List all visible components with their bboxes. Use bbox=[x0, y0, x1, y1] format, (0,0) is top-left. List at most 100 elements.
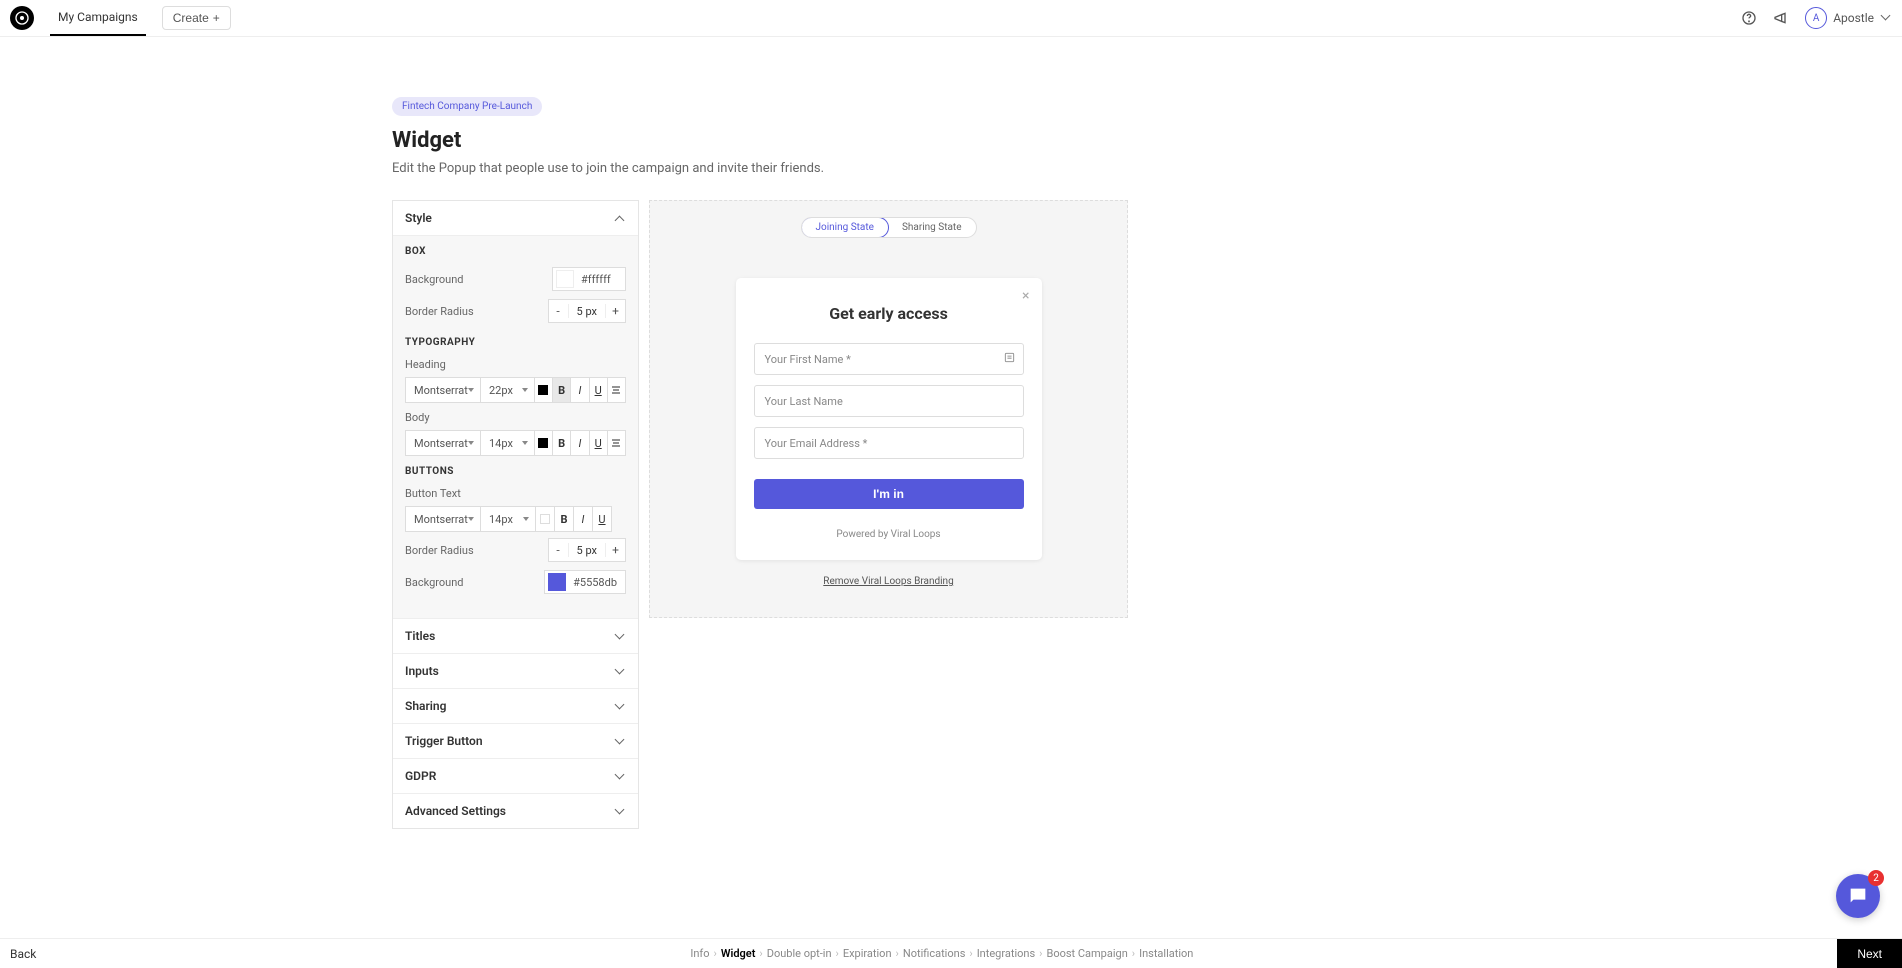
body-size-select[interactable]: 14px bbox=[480, 430, 535, 456]
user-name: Apostle bbox=[1833, 11, 1874, 25]
buttons-section-label: BUTTONS bbox=[405, 466, 626, 477]
page-title: Widget bbox=[392, 128, 1128, 153]
chevron-up-icon bbox=[616, 213, 626, 223]
typo-section-label: TYPOGRAPHY bbox=[405, 337, 626, 348]
preview-container: Joining State Sharing State × Get early … bbox=[649, 200, 1128, 618]
body-font-select[interactable]: Montserrat bbox=[405, 430, 481, 456]
bottom-bar: Back Info› Widget› Double opt-in› Expira… bbox=[0, 938, 1902, 968]
button-bold-button[interactable]: B bbox=[554, 506, 574, 532]
accordion-titles[interactable]: Titles bbox=[393, 619, 638, 654]
chevron-down-icon bbox=[616, 736, 626, 746]
crumb-boost[interactable]: Boost Campaign bbox=[1046, 947, 1127, 960]
state-sharing[interactable]: Sharing State bbox=[888, 218, 976, 237]
chat-widget[interactable]: 2 bbox=[1836, 874, 1880, 918]
crumb-expiration[interactable]: Expiration bbox=[843, 947, 892, 960]
radius-value: 5 px bbox=[569, 305, 605, 318]
button-radius-plus[interactable]: + bbox=[605, 543, 625, 557]
state-joining[interactable]: Joining State bbox=[801, 217, 889, 238]
button-radius-label: Border Radius bbox=[405, 544, 474, 557]
accordion-style[interactable]: Style bbox=[393, 201, 638, 236]
accordion-style-label: Style bbox=[405, 211, 432, 225]
announcement-icon[interactable] bbox=[1771, 8, 1791, 28]
state-toggle: Joining State Sharing State bbox=[801, 217, 977, 238]
create-button[interactable]: Create + bbox=[162, 6, 231, 30]
background-label: Background bbox=[405, 273, 463, 286]
button-bg-input[interactable]: #5558db bbox=[544, 570, 626, 594]
heading-format-row: Montserrat 22px B I U bbox=[405, 377, 626, 403]
box-bg-value: #ffffff bbox=[577, 273, 625, 286]
crumb-info[interactable]: Info bbox=[690, 947, 709, 960]
button-underline-button[interactable]: U bbox=[592, 506, 612, 532]
heading-italic-button[interactable]: I bbox=[570, 377, 589, 403]
crumb-widget[interactable]: Widget bbox=[721, 947, 756, 960]
plus-icon: + bbox=[213, 11, 220, 25]
campaign-chip[interactable]: Fintech Company Pre-Launch bbox=[392, 97, 542, 116]
box-bg-swatch bbox=[556, 270, 574, 288]
accordion-inputs[interactable]: Inputs bbox=[393, 654, 638, 689]
body-format-row: Montserrat 14px B I U bbox=[405, 430, 626, 456]
chat-badge: 2 bbox=[1868, 870, 1884, 886]
button-italic-button[interactable]: I bbox=[573, 506, 593, 532]
heading-underline-button[interactable]: U bbox=[589, 377, 608, 403]
heading-align-button[interactable] bbox=[607, 377, 626, 403]
button-font-select[interactable]: Montserrat bbox=[405, 506, 481, 532]
help-icon[interactable] bbox=[1739, 8, 1759, 28]
style-panel: BOX Background #ffffff Border Radius - 5… bbox=[393, 236, 638, 619]
back-button[interactable]: Back bbox=[0, 947, 46, 961]
button-bg-swatch bbox=[548, 573, 566, 591]
top-nav: My Campaigns Create + A Apostle bbox=[0, 0, 1902, 37]
radius-label: Border Radius bbox=[405, 305, 474, 318]
chevron-down-icon bbox=[616, 701, 626, 711]
button-radius-value: 5 px bbox=[569, 544, 605, 557]
next-button[interactable]: Next bbox=[1837, 939, 1902, 968]
accordion-gdpr[interactable]: GDPR bbox=[393, 759, 638, 794]
heading-size-select[interactable]: 22px bbox=[480, 377, 535, 403]
heading-color-button[interactable] bbox=[534, 377, 553, 403]
box-radius-stepper: - 5 px + bbox=[548, 299, 626, 323]
popup-cta-button[interactable]: I'm in bbox=[754, 479, 1024, 509]
body-align-button[interactable] bbox=[607, 430, 626, 456]
body-bold-button[interactable]: B bbox=[552, 430, 571, 456]
chevron-down-icon bbox=[616, 806, 626, 816]
accordion-advanced[interactable]: Advanced Settings bbox=[393, 794, 638, 828]
button-size-select[interactable]: 14px bbox=[480, 506, 536, 532]
button-bg-value: #5558db bbox=[569, 576, 625, 589]
crumb-notifications[interactable]: Notifications bbox=[903, 947, 966, 960]
body-italic-button[interactable]: I bbox=[570, 430, 589, 456]
popup-last-name[interactable]: Your Last Name bbox=[754, 385, 1024, 417]
popup-preview: × Get early access Your First Name * You… bbox=[736, 278, 1042, 560]
user-menu-chevron[interactable] bbox=[1882, 11, 1892, 26]
button-text-label: Button Text bbox=[405, 487, 626, 500]
settings-sidebar: Style BOX Background #ffffff Border Radi… bbox=[392, 200, 639, 829]
popup-powered-by: Powered by Viral Loops bbox=[754, 529, 1024, 540]
crumb-double-optin[interactable]: Double opt-in bbox=[767, 947, 832, 960]
radius-minus[interactable]: - bbox=[549, 304, 569, 318]
popup-first-name[interactable]: Your First Name * bbox=[754, 343, 1024, 375]
button-radius-minus[interactable]: - bbox=[549, 543, 569, 557]
body-underline-button[interactable]: U bbox=[589, 430, 608, 456]
remove-branding-link[interactable]: Remove Viral Loops Branding bbox=[823, 576, 953, 587]
popup-close-icon[interactable]: × bbox=[1022, 288, 1029, 304]
nav-tab-my-campaigns[interactable]: My Campaigns bbox=[50, 0, 146, 36]
crumb-installation[interactable]: Installation bbox=[1139, 947, 1193, 960]
app-logo[interactable] bbox=[10, 6, 34, 30]
accordion-trigger[interactable]: Trigger Button bbox=[393, 724, 638, 759]
accordion-sharing[interactable]: Sharing bbox=[393, 689, 638, 724]
button-format-row: Montserrat 14px B I U bbox=[405, 506, 626, 532]
crumb-integrations[interactable]: Integrations bbox=[977, 947, 1035, 960]
button-color-button[interactable] bbox=[535, 506, 555, 532]
heading-label: Heading bbox=[405, 358, 626, 371]
page-subtitle: Edit the Popup that people use to join t… bbox=[392, 161, 1128, 176]
breadcrumb: Info› Widget› Double opt-in› Expiration›… bbox=[46, 947, 1837, 960]
radius-plus[interactable]: + bbox=[605, 304, 625, 318]
user-avatar[interactable]: A bbox=[1805, 7, 1827, 29]
chevron-down-icon bbox=[616, 631, 626, 641]
box-section-label: BOX bbox=[405, 246, 626, 257]
box-background-input[interactable]: #ffffff bbox=[552, 267, 626, 291]
create-label: Create bbox=[173, 11, 209, 25]
popup-title: Get early access bbox=[754, 304, 1024, 323]
body-color-button[interactable] bbox=[534, 430, 553, 456]
heading-bold-button[interactable]: B bbox=[552, 377, 571, 403]
heading-font-select[interactable]: Montserrat bbox=[405, 377, 481, 403]
popup-email[interactable]: Your Email Address * bbox=[754, 427, 1024, 459]
